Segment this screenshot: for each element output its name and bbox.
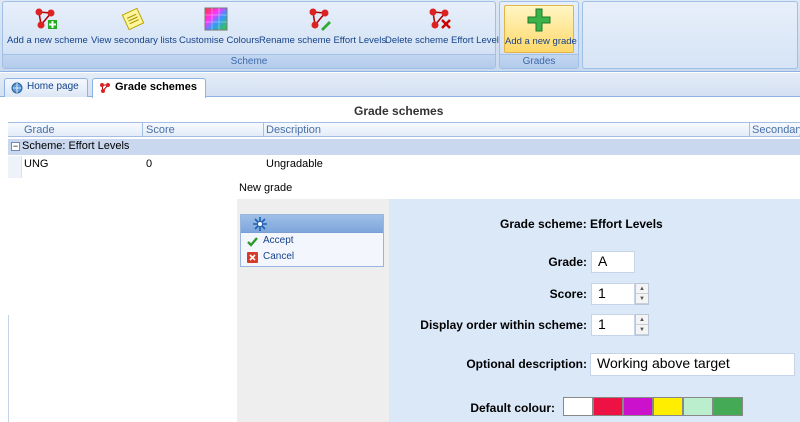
column-header-score[interactable]: Score [146, 124, 175, 136]
add-new-grade-button[interactable]: Add a new grade [504, 5, 577, 53]
table-row[interactable]: UNG 0 Ungradable [8, 156, 800, 172]
new-grade-form [389, 199, 800, 422]
spin-up-icon[interactable]: ▲ [636, 284, 648, 294]
colour-swatch[interactable] [623, 397, 653, 416]
colour-swatch[interactable] [563, 397, 593, 416]
cancel-label: Cancel [263, 251, 295, 262]
action-panel: Accept Cancel [240, 214, 384, 267]
column-header-secondary[interactable]: Secondary [752, 124, 800, 136]
customise-colours-label: Customise Colours [179, 35, 260, 46]
group-row-label: Scheme: Effort Levels [22, 140, 130, 152]
customise-colours-button[interactable]: Customise Colours [179, 5, 259, 53]
grid-title: Grade schemes [354, 104, 444, 118]
colour-swatch[interactable] [593, 397, 623, 416]
column-separator[interactable] [142, 123, 143, 137]
ribbon-toolbar: Add a new scheme View secondary lists Cu… [0, 0, 800, 72]
score-input[interactable]: 1 [591, 283, 635, 305]
default-colour-label: Default colour: [470, 401, 555, 415]
ribbon-empty-area [582, 1, 798, 69]
sparkle-icon [253, 217, 267, 231]
grid-header: Grade Score Description Secondary [8, 122, 800, 137]
view-secondary-lists-button[interactable]: View secondary lists [91, 5, 177, 53]
colour-swatch[interactable] [683, 397, 713, 416]
description-input[interactable]: Working above target [590, 353, 795, 376]
ribbon-group-scheme-label: Scheme [3, 54, 495, 68]
display-order-label: Display order within scheme: [420, 318, 587, 332]
grade-label: Grade: [548, 255, 587, 269]
cell-score: 0 [146, 158, 153, 170]
spin-down-icon[interactable]: ▼ [636, 325, 648, 335]
colour-swatch[interactable] [713, 397, 743, 416]
description-label: Optional description: [466, 357, 587, 371]
color-palette-icon [204, 7, 228, 31]
ribbon-group-grades-label: Grades [500, 54, 578, 68]
green-plus-icon [527, 8, 551, 32]
background-panel [0, 178, 237, 422]
delete-scheme-button[interactable]: Delete scheme Effort Levels [385, 5, 504, 53]
add-new-scheme-button[interactable]: Add a new scheme [7, 5, 88, 53]
group-row-effort-levels[interactable]: − Scheme: Effort Levels [8, 139, 800, 155]
document-tab-bar: Home page Grade schemes [0, 73, 800, 98]
add-new-grade-label: Add a new grade [505, 36, 577, 47]
delete-scheme-label: Delete scheme Effort Levels [385, 35, 504, 46]
rename-scheme-button[interactable]: Rename scheme Effort Levels [259, 5, 386, 53]
molecule-edit-icon [309, 8, 331, 31]
tab-home-page[interactable]: Home page [4, 78, 88, 97]
score-label: Score: [549, 287, 587, 301]
dialog-title: New grade [237, 178, 800, 199]
divider [8, 315, 9, 422]
column-separator[interactable] [263, 123, 264, 137]
tab-home-page-label: Home page [27, 81, 79, 92]
cell-grade: UNG [24, 158, 49, 170]
ribbon-group-grades: Add a new grade Grades [499, 1, 579, 69]
spin-up-icon[interactable]: ▲ [636, 315, 648, 325]
notepad-icon [121, 7, 145, 31]
column-header-description[interactable]: Description [266, 124, 321, 136]
molecule-icon [100, 83, 110, 93]
tab-grade-schemes[interactable]: Grade schemes [92, 78, 206, 98]
accept-button[interactable]: Accept [241, 233, 383, 249]
rename-scheme-label: Rename scheme Effort Levels [259, 35, 387, 46]
grade-input[interactable]: A [591, 251, 635, 273]
collapse-icon[interactable]: − [11, 142, 20, 151]
column-separator[interactable] [749, 123, 750, 137]
ribbon-group-scheme: Add a new scheme View secondary lists Cu… [2, 1, 504, 69]
cell-description: Ungradable [266, 158, 323, 170]
column-header-grade[interactable]: Grade [24, 124, 55, 136]
molecule-add-icon [35, 8, 57, 29]
view-secondary-lists-label: View secondary lists [91, 35, 177, 46]
home-globe-icon [11, 82, 23, 94]
cancel-x-icon [247, 252, 258, 263]
accept-label: Accept [263, 235, 294, 246]
add-new-scheme-label: Add a new scheme [7, 35, 88, 46]
cancel-button[interactable]: Cancel [241, 249, 383, 265]
tab-grade-schemes-label: Grade schemes [115, 81, 197, 93]
check-icon [247, 237, 258, 247]
molecule-delete-icon [429, 8, 451, 29]
colour-swatch[interactable] [653, 397, 683, 416]
spin-down-icon[interactable]: ▼ [636, 294, 648, 304]
display-order-stepper[interactable]: ▲ ▼ [635, 314, 649, 336]
display-order-input[interactable]: 1 [591, 314, 635, 336]
form-heading: Grade scheme: Effort Levels [500, 217, 663, 231]
score-stepper[interactable]: ▲ ▼ [635, 283, 649, 305]
action-panel-header [241, 215, 383, 233]
